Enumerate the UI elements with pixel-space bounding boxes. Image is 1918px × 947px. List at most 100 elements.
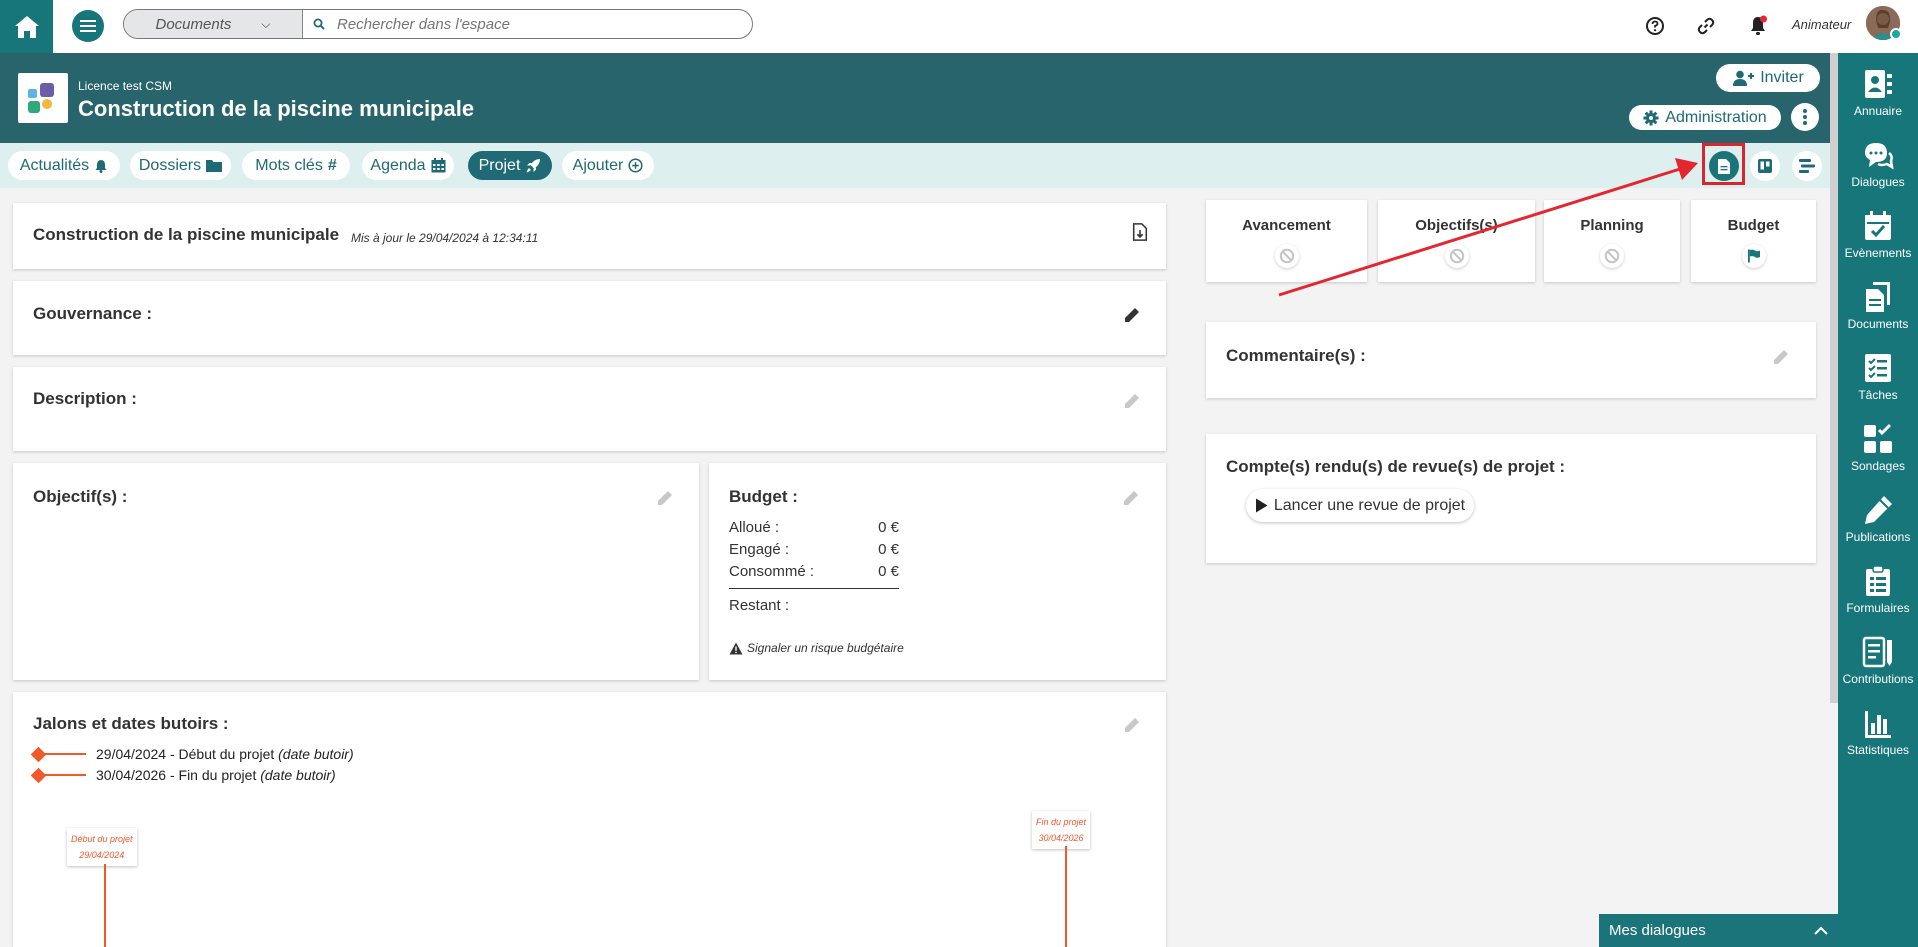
edit-pencil-icon[interactable] [1772,348,1790,366]
main-menu-button[interactable] [72,10,104,42]
timeline-marker-end[interactable]: Fin du projet 30/04/2026 [1032,811,1091,849]
space-header: Licence test CSM Construction de la pisc… [0,53,1838,143]
rail-item-statistiques[interactable]: Statistiques [1838,707,1918,777]
revues-title: Compte(s) rendu(s) de revue(s) de projet… [1226,457,1566,476]
rail-label: Formulaires [1846,601,1910,615]
timeline-marker-date: 29/04/2024 [79,850,125,860]
edit-pencil-icon[interactable] [656,489,674,507]
rail-item-contributions[interactable]: Contributions [1838,636,1918,706]
online-status-dot [1890,28,1902,40]
tab-actualites[interactable]: Actualités [8,151,120,180]
chevron-down-icon: ⌵ [261,16,271,31]
search-bar: Documents ⌵ [123,9,753,39]
play-icon [1255,498,1268,513]
edit-pencil-icon[interactable] [1123,306,1141,324]
space-title: Construction de la piscine municipale [78,96,475,121]
gouvernance-card: Gouvernance : [13,281,1166,355]
launch-review-label: Lancer une revue de projet [1273,496,1466,514]
tab-ajouter[interactable]: Ajouter [562,151,654,180]
rail-item-documents[interactable]: Documents [1838,281,1918,351]
search-scope-select[interactable]: Documents ⌵ [124,10,303,38]
commentaires-card: Commentaire(s) : [1206,322,1816,398]
timeline-marker-start[interactable]: Début du projet 29/04/2024 [67,828,137,866]
rail-label: Evènements [1844,246,1912,260]
gantt-view-button[interactable] [1792,151,1822,181]
kanban-icon [1758,159,1772,173]
search-scope-label: Documents [155,15,232,33]
budget-value: 0 € [878,563,899,580]
edit-pencil-icon[interactable] [1122,489,1140,507]
budget-value: 0 € [878,541,899,558]
rail-item-evenements[interactable]: Evènements [1838,210,1918,280]
timeline-line [104,864,106,947]
tab-dossiers[interactable]: Dossiers [130,151,231,180]
budget-label: Engagé : [729,541,790,558]
link-button[interactable] [1692,12,1720,40]
budget-risk-link[interactable]: Signaler un risque budgétaire [729,641,904,655]
rail-item-formulaires[interactable]: Formulaires [1838,565,1918,635]
budget-row-alloue: Alloué : 0 € [729,519,899,536]
tab-agenda[interactable]: Agenda [362,151,454,180]
description-card: Description : [13,367,1166,451]
contributions-icon [1862,636,1892,668]
rail-item-taches[interactable]: Tâches [1838,352,1918,422]
search-icon [313,18,325,30]
tab-label: Mots clés [255,156,323,174]
rail-label: Dialogues [1851,175,1905,189]
invite-button[interactable]: Inviter [1716,64,1820,92]
tab-label: Agenda [370,156,426,174]
jalon-label: - Début du projet [166,746,279,762]
rail-item-annuaire[interactable]: Annuaire [1838,68,1918,138]
administration-button[interactable]: Administration [1629,105,1781,130]
timeline-line [1065,846,1067,947]
gouvernance-title: Gouvernance : [33,304,153,323]
help-icon [1646,17,1664,35]
gantt-icon [1799,159,1815,173]
budget-risk-label: Signaler un risque budgétaire [747,641,904,655]
rail-label: Statistiques [1846,743,1910,757]
pen-icon [1865,496,1892,524]
budget-row-engage: Engagé : 0 € [729,541,899,558]
launch-review-button[interactable]: Lancer une revue de projet [1246,489,1474,522]
mes-dialogues-panel[interactable]: Mes dialogues [1599,914,1838,947]
budget-divider [729,588,899,589]
export-document-icon[interactable] [1131,223,1149,241]
kanban-view-button[interactable] [1750,151,1780,181]
budget-value: 0 € [878,519,899,536]
space-logo [18,73,68,123]
milestone-diamond-icon [30,767,47,783]
folder-icon [206,160,223,172]
help-button[interactable] [1641,12,1669,40]
description-title: Description : [33,389,137,408]
hashtag-icon: # [327,156,337,174]
form-icon [1866,565,1890,596]
milestone-diamond-icon [30,746,47,762]
tab-mots-cles[interactable]: Mots clés # [242,151,350,180]
home-button[interactable] [0,0,53,53]
jalon-item: 29/04/2024 - Début du projet (date butoi… [30,746,354,762]
tab-label: Actualités [19,156,90,174]
contacts-icon [1865,70,1892,98]
objectifs-title: Objectif(s) : [33,487,128,506]
warning-icon [729,642,743,654]
tab-projet[interactable]: Projet [468,151,552,180]
scrollbar[interactable] [1830,53,1838,703]
edit-pencil-icon[interactable] [1123,392,1141,410]
rail-item-dialogues[interactable]: Dialogues [1838,139,1918,209]
notifications-button[interactable] [1744,12,1772,40]
search-input[interactable] [337,15,737,33]
commentaires-title: Commentaire(s) : [1226,346,1366,365]
right-rail: Annuaire Dialogues Evènements Documents … [1838,53,1918,947]
top-bar: Documents ⌵ Animateur [0,0,1918,53]
invite-label: Inviter [1760,69,1804,86]
jalon-type: (date butoir) [278,746,354,762]
add-user-icon [1733,70,1755,86]
rail-item-publications[interactable]: Publications [1838,494,1918,564]
more-options-button[interactable] [1791,103,1819,131]
edit-pencil-icon[interactable] [1123,716,1141,734]
documents-icon [1866,282,1890,312]
jalon-date: 30/04/2026 [96,767,167,783]
rail-item-sondages[interactable]: Sondages [1838,423,1918,493]
jalon-type: (date butoir) [260,767,336,783]
jalon-date: 29/04/2024 [96,746,167,762]
